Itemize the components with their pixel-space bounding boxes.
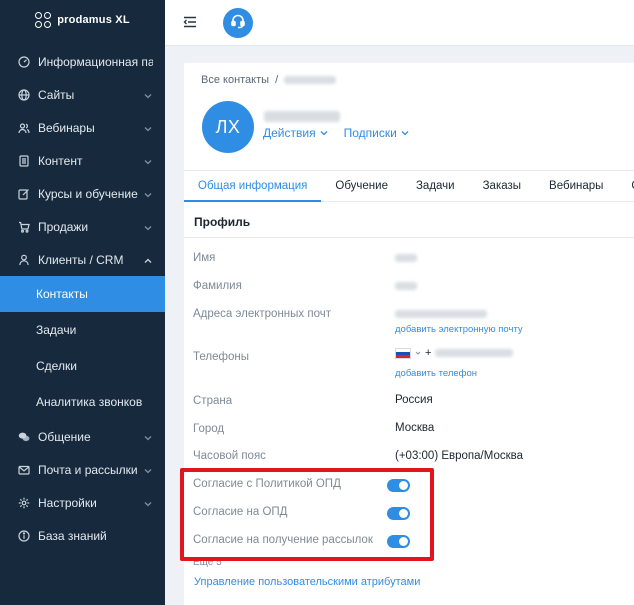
city-value[interactable]: Москва [395,422,434,434]
chevron-down-icon [143,465,153,475]
breadcrumb-all-contacts[interactable]: Все контакты [201,74,269,86]
chat-icon [18,431,30,443]
city-label: Город [193,423,225,435]
sidebar-item-settings[interactable]: Настройки [0,486,165,519]
breadcrumb-separator: / [275,74,279,86]
manage-attributes-link[interactable]: Управление пользовательскими атрибутами [194,576,420,588]
emails-label: Адреса электронных почт [193,308,331,320]
support-button[interactable] [223,8,253,38]
breadcrumb-contact-name-redacted [284,76,337,84]
users-icon [18,122,30,134]
sidebar-item-communication[interactable]: Общение [0,420,165,453]
first-name-value-redacted[interactable] [395,253,417,265]
sidebar-subitem-contacts[interactable]: Контакты [0,276,165,312]
add-phone-link[interactable]: добавить телефон [395,368,477,379]
avatar: ЛХ [202,101,254,153]
tab-webinars[interactable]: Вебинары [535,171,617,201]
chevron-down-icon[interactable] [415,350,421,356]
cart-icon [18,221,30,233]
chevron-down-icon [143,189,153,199]
gear-icon [18,497,30,509]
tab-learning[interactable]: Обучение [321,171,402,201]
phones-label: Телефоны [193,351,249,363]
sidebar-nav: Информационная пан... Сайты Вебинары Кон… [0,45,165,552]
sidebar-subitem-call-analytics[interactable]: Аналитика звонков [0,384,165,420]
section-divider [184,237,634,238]
globe-icon [18,88,30,101]
section-title-profile: Профиль [194,215,251,229]
sidebar-item-sales[interactable]: Продажи [0,210,165,243]
last-name-value-redacted[interactable] [395,281,417,293]
logo-icon [35,12,52,28]
chevron-down-icon [143,123,153,133]
first-name-label: Имя [193,252,216,264]
email-value-redacted[interactable] [395,309,487,321]
chevron-up-icon [143,255,153,265]
chevron-down-icon [143,432,153,442]
dashboard-icon [18,55,30,68]
chevron-down-icon [143,90,153,100]
highlight-frame [180,468,434,561]
info-icon [18,529,30,542]
subscriptions-dropdown[interactable]: Подписки [344,126,409,140]
sidebar-item-clients-crm[interactable]: Клиенты / CRM [0,243,165,276]
sidebar-item-dashboard[interactable]: Информационная пан... [0,45,165,78]
timezone-label: Часовой пояс [193,450,266,462]
tab-orders[interactable]: Заказы [469,171,535,201]
chevron-down-icon [320,131,328,136]
edit-icon [18,188,30,200]
country-value[interactable]: Россия [395,394,433,406]
contact-tabs: Общая информация Обучение Задачи Заказы … [184,170,634,202]
chevron-down-icon [401,131,409,136]
phone-value-redacted[interactable] [435,349,514,357]
document-icon [18,154,30,167]
sidebar: prodamus XL Информационная пан... Сайты … [0,0,165,605]
actions-dropdown[interactable]: Действия [263,126,328,140]
chevron-down-icon [143,156,153,166]
add-email-link[interactable]: добавить электронную почту [395,324,523,335]
brand-logo[interactable]: prodamus XL [0,0,165,40]
phone-prefix: + [425,347,432,359]
sidebar-item-content[interactable]: Контент [0,144,165,177]
phone-row: + [395,347,514,359]
breadcrumb: Все контакты / [201,74,337,86]
contact-name-redacted [264,109,340,127]
last-name-label: Фамилия [193,280,242,292]
chevron-down-icon [143,498,153,508]
tab-tasks[interactable]: Задачи [402,171,469,201]
sidebar-item-webinars[interactable]: Вебинары [0,111,165,144]
sidebar-item-mail[interactable]: Почта и рассылки [0,453,165,486]
timezone-value[interactable]: (+03:00) Европа/Москва [395,450,523,462]
menu-collapse-icon[interactable] [183,15,197,29]
brand-name: prodamus XL [57,14,130,26]
top-bar [165,0,634,46]
sidebar-item-sites[interactable]: Сайты [0,78,165,111]
sidebar-subitem-tasks[interactable]: Задачи [0,312,165,348]
russia-flag-icon[interactable] [395,347,411,359]
contact-actions: Действия Подписки [263,126,409,140]
tab-deals[interactable]: Сде [617,171,634,201]
tab-general-info[interactable]: Общая информация [184,171,322,202]
mail-icon [18,464,30,476]
sidebar-item-knowledge-base[interactable]: База знаний [0,519,165,552]
user-icon [18,254,30,266]
sidebar-subitem-deals[interactable]: Сделки [0,348,165,384]
sidebar-item-courses[interactable]: Курсы и обучение [0,177,165,210]
chevron-down-icon [143,222,153,232]
headset-icon [230,13,246,34]
country-label: Страна [193,395,233,407]
